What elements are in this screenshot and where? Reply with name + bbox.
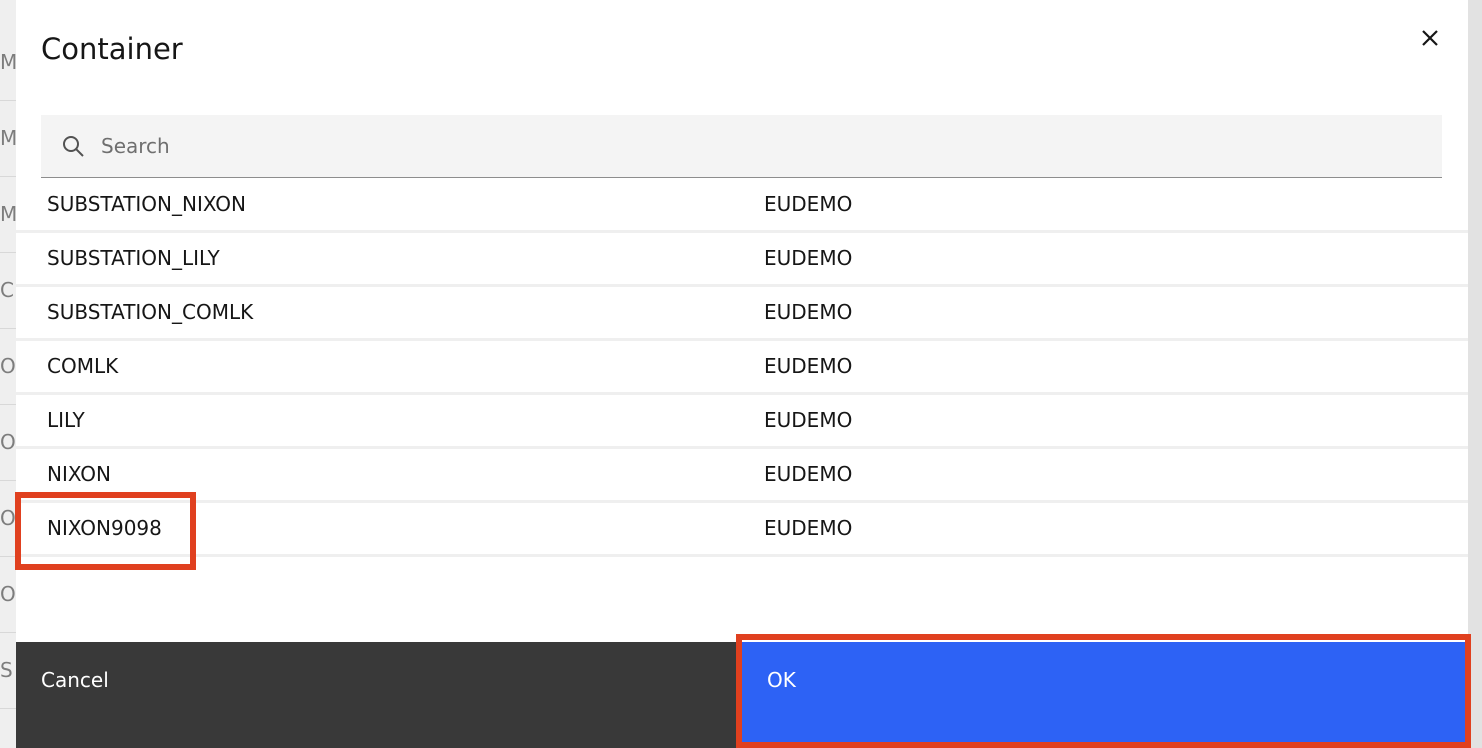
close-button[interactable] [1416, 24, 1444, 52]
background-row-letter: S [0, 658, 13, 682]
row-owner: EUDEMO [764, 246, 853, 270]
background-row: M [0, 100, 16, 177]
background-row: C [0, 252, 16, 329]
list-row[interactable]: NIXON EUDEMO [16, 449, 1468, 503]
background-row: O [0, 328, 16, 405]
list-row[interactable]: LILY EUDEMO [16, 395, 1468, 449]
list-row[interactable]: SUBSTATION_LILY EUDEMO [16, 233, 1468, 287]
row-name: SUBSTATION_COMLK [47, 300, 254, 324]
background-row-letter: O [0, 354, 16, 378]
modal-title: Container [41, 32, 183, 66]
container-list: SUBSTATION_NIXON EUDEMO SUBSTATION_LILY … [16, 179, 1468, 557]
row-name: LILY [47, 408, 85, 432]
background-row: M [0, 24, 16, 101]
background-row: S [0, 632, 16, 709]
background-row-letter: M [0, 126, 16, 150]
background-row: O [0, 556, 16, 633]
row-owner: EUDEMO [764, 462, 853, 486]
row-name: NIXON9098 [47, 516, 162, 540]
list-row[interactable]: COMLK EUDEMO [16, 341, 1468, 395]
ok-button[interactable]: OK [738, 642, 1468, 748]
background-row-letter: M [0, 202, 16, 226]
search-icon [63, 136, 84, 157]
search-bar [41, 115, 1442, 178]
row-owner: EUDEMO [764, 192, 853, 216]
background-table-edge: M M M C O O O O S [0, 0, 16, 748]
list-row[interactable]: SUBSTATION_COMLK EUDEMO [16, 287, 1468, 341]
row-owner: EUDEMO [764, 354, 853, 378]
background-row: M [0, 176, 16, 253]
row-name: COMLK [47, 354, 119, 378]
row-name: NIXON [47, 462, 111, 486]
cancel-button[interactable]: Cancel [16, 642, 738, 748]
list-row[interactable]: SUBSTATION_NIXON EUDEMO [16, 179, 1468, 233]
row-owner: EUDEMO [764, 300, 853, 324]
row-owner: EUDEMO [764, 516, 853, 540]
background-row: O [0, 480, 16, 557]
modal-footer: Cancel OK [16, 642, 1468, 748]
background-row-letter: O [0, 430, 16, 454]
list-row[interactable]: NIXON9098 EUDEMO [16, 503, 1468, 557]
background-row-letter: O [0, 506, 16, 530]
search-input[interactable] [101, 115, 1421, 177]
background-row: O [0, 404, 16, 481]
row-name: SUBSTATION_NIXON [47, 192, 246, 216]
ok-button-label: OK [767, 668, 796, 692]
row-owner: EUDEMO [764, 408, 853, 432]
cancel-button-label: Cancel [41, 668, 109, 692]
background-right-edge [1468, 0, 1482, 748]
background-row-letter: O [0, 582, 16, 606]
close-icon [1422, 30, 1438, 46]
background-row-letter: M [0, 50, 16, 74]
container-modal: Container SUBSTATION_NIXON EUDEMO SUBSTA… [16, 0, 1468, 748]
background-row-letter: C [0, 278, 14, 302]
row-name: SUBSTATION_LILY [47, 246, 220, 270]
